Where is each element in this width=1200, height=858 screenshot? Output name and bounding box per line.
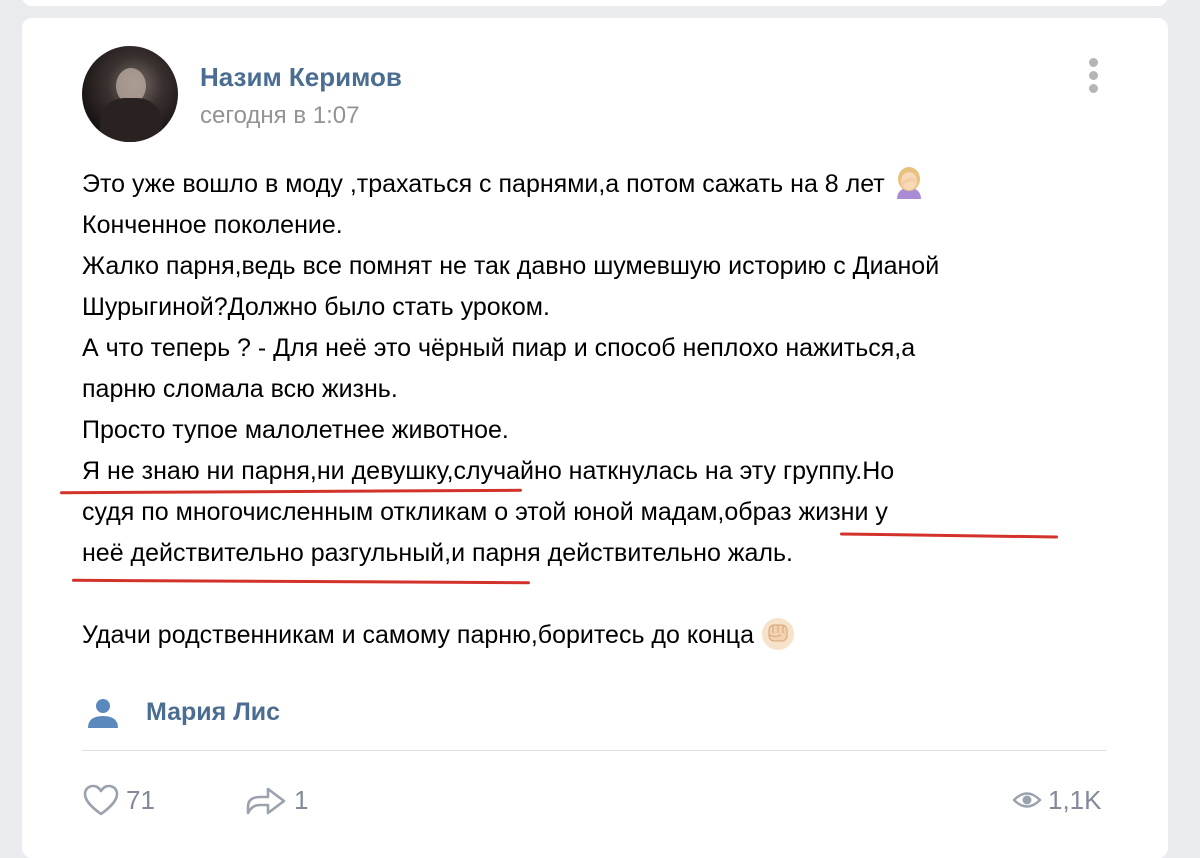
post-text-line: А что теперь ? - Для неё это чёрный пиар…	[82, 334, 916, 362]
post-text-line: Удачи родственникам и самому парню,борит…	[82, 615, 1142, 656]
user-icon	[88, 699, 118, 728]
more-vertical-icon[interactable]	[1086, 58, 1100, 94]
post-text-line: Конченное поколение.	[82, 211, 343, 239]
views-counter: 1,1K	[1012, 780, 1102, 820]
post-text-line: неё действительно разгульный,и парня дей…	[82, 539, 793, 567]
views-count: 1,1K	[1048, 784, 1102, 815]
post-timestamp[interactable]: сегодня в 1:07	[200, 102, 359, 130]
like-button[interactable]: 71	[82, 780, 155, 820]
avatar-body-shape	[100, 98, 162, 142]
post-text-line: парню сломала всю жизнь.	[82, 375, 398, 403]
heart-icon	[83, 784, 119, 816]
raised-fist-emoji	[762, 618, 794, 650]
post-text-line: судя по многочисленным откликам о этой ю…	[82, 498, 888, 526]
author-name-link[interactable]: Назим Керимов	[200, 62, 402, 93]
share-button[interactable]: 1	[244, 780, 308, 820]
previous-post-card-edge	[22, 0, 1168, 6]
facepalm-emoji	[896, 167, 921, 199]
post-text-line: Я не знаю ни парня,ни девушку,случайно н…	[82, 457, 895, 485]
share-arrow-icon	[246, 787, 286, 815]
post-text-line: Просто тупое малолетнее животное.	[82, 416, 509, 444]
like-count: 71	[126, 784, 155, 815]
post-text-line: Это уже вошло в моду ,трахаться с парням…	[82, 164, 1142, 205]
eye-icon	[1012, 792, 1042, 808]
post-card: Назим Керимов сегодня в 1:07 Это уже вош…	[22, 18, 1168, 858]
footer-divider	[82, 750, 1106, 751]
share-count: 1	[294, 784, 309, 815]
post-text-line: Жалко парня,ведь все помнят не так давно…	[82, 252, 940, 280]
post-text-line: Шурыгиной?Должно было стать уроком.	[82, 293, 550, 321]
author-avatar[interactable]	[82, 46, 178, 142]
signer-name-link[interactable]: Мария Лис	[146, 698, 280, 727]
